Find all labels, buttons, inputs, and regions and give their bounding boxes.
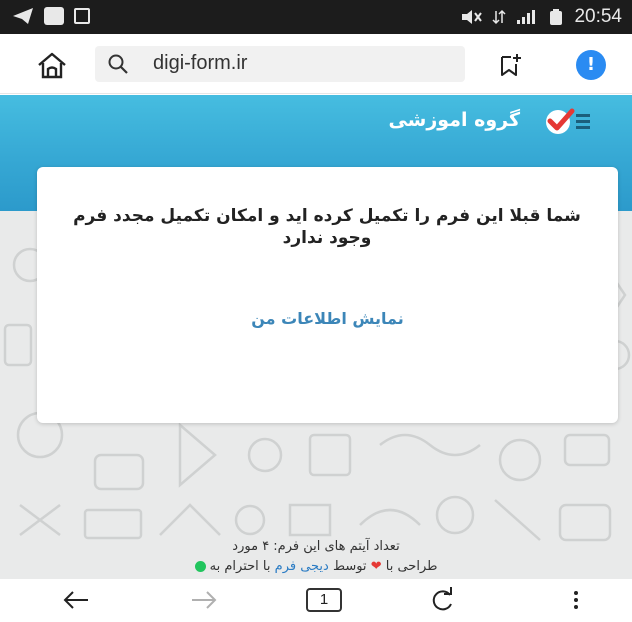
reload-icon[interactable] (428, 585, 456, 615)
alert-badge[interactable]: ! (576, 50, 606, 80)
telegram-icon (13, 8, 33, 24)
brand-title: گروه اموزشی (388, 109, 520, 131)
already-completed-message: شما قبلا این فرم را تکمیل کرده اید و امک… (73, 206, 581, 248)
browser-bottom-nav: 1 (0, 579, 632, 622)
designed-with-text: طراحی با (385, 559, 438, 574)
address-bar[interactable]: digi-form.ir (95, 46, 465, 82)
by-text: توسط (332, 559, 367, 574)
tab-switcher-button[interactable]: 1 (306, 588, 342, 612)
with-respect-text: با احترام به (209, 559, 271, 574)
item-count-text: تعداد آیتم های این فرم: ۴ مورد (232, 539, 400, 554)
digiform-link[interactable]: دیجی فرم (275, 559, 329, 574)
youtube-icon (44, 7, 64, 25)
credit-line: طراحی با ❤ توسط دیجی فرم با احترام به (0, 557, 632, 577)
search-icon (108, 54, 128, 74)
notification-icons (12, 7, 90, 25)
data-icon (492, 9, 506, 25)
form-message-card: شما قبلا این فرم را تکمیل کرده اید و امک… (37, 167, 618, 423)
clock: 20:54 (574, 6, 622, 27)
signal-icon (517, 10, 536, 24)
status-bar: 20:54 (0, 0, 632, 34)
home-icon[interactable] (36, 51, 68, 79)
web-page: گروه اموزشی شما قبلا این فرم را تکمیل کر… (0, 95, 632, 579)
url-text: digi-form.ir (153, 52, 248, 74)
mute-icon (462, 10, 483, 24)
arrow-right-icon[interactable] (190, 585, 218, 615)
show-my-info-link[interactable]: نمایش اطلاعات من (37, 309, 618, 328)
more-vert-icon[interactable] (566, 585, 586, 615)
browser-toolbar: digi-form.ir ! (0, 34, 632, 94)
gallery-icon (74, 8, 90, 24)
bookmark-add-icon[interactable] (497, 52, 523, 78)
heart-icon: ❤ (370, 559, 382, 574)
green-dot-icon (194, 561, 206, 572)
arrow-left-icon[interactable] (62, 585, 90, 615)
system-indicators: 20:54 (460, 6, 622, 28)
checkmark-logo-icon (546, 108, 590, 134)
page-footer: تعداد آیتم های این فرم: ۴ مورد طراحی با … (0, 537, 632, 577)
battery-icon (550, 9, 563, 25)
